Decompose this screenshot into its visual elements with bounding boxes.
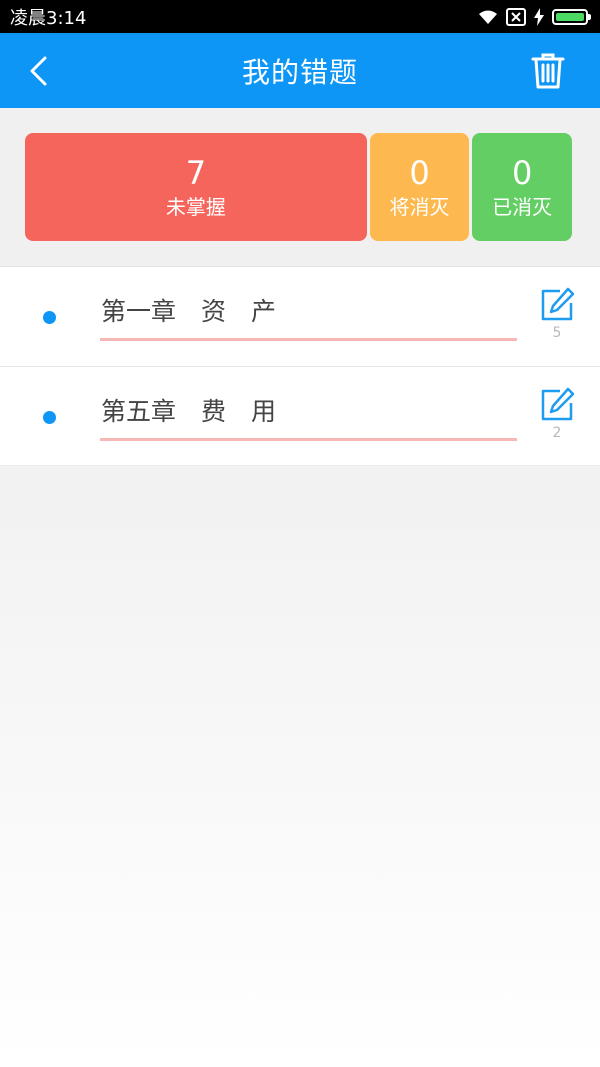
bullet-dot [43,311,56,324]
stat-unmastered-label: 未掌握 [165,195,226,219]
page-title: 我的错题 [241,55,358,89]
chapter-title: 第五章 费 用 [100,395,517,441]
bullet-dot [43,411,56,424]
delete-button[interactable] [526,49,570,93]
list-item[interactable]: 第五章 费 用 2 [0,366,600,466]
sim-icon [506,7,526,26]
wifi-icon [479,10,497,24]
list-item[interactable]: 第一章 资 产 5 [0,266,600,366]
stat-eliminated[interactable]: 0 已消灭 [472,133,572,241]
stat-to-eliminate-label: 将消灭 [389,195,450,219]
status-icons [478,7,591,26]
stat-unmastered[interactable]: 7 未掌握 [25,133,367,241]
question-count: 5 [552,325,562,341]
stat-to-eliminate-value: 0 [409,154,430,192]
app-bar: 我的错题 [0,33,600,108]
edit-icon[interactable] [539,287,575,323]
chapter-title: 第一章 资 产 [100,295,517,341]
chevron-left-icon [30,56,47,86]
question-count: 2 [552,425,562,441]
stat-eliminated-value: 0 [511,154,533,192]
stat-unmastered-value: 7 [185,154,207,192]
stat-eliminated-label: 已消灭 [492,195,553,219]
edit-icon[interactable] [539,387,575,423]
back-button[interactable] [18,51,58,91]
stats-panel: 7 未掌握 0 将消灭 0 已消灭 [25,133,572,241]
status-bar: 凌晨3:14 [0,0,600,33]
charging-icon [534,7,544,26]
status-time: 凌晨3:14 [10,7,87,29]
stat-to-eliminate[interactable]: 0 将消灭 [369,133,470,241]
battery-icon [552,8,591,25]
trash-icon [531,53,565,89]
chapter-list: 第一章 资 产 5 第五章 费 用 2 [0,266,600,466]
